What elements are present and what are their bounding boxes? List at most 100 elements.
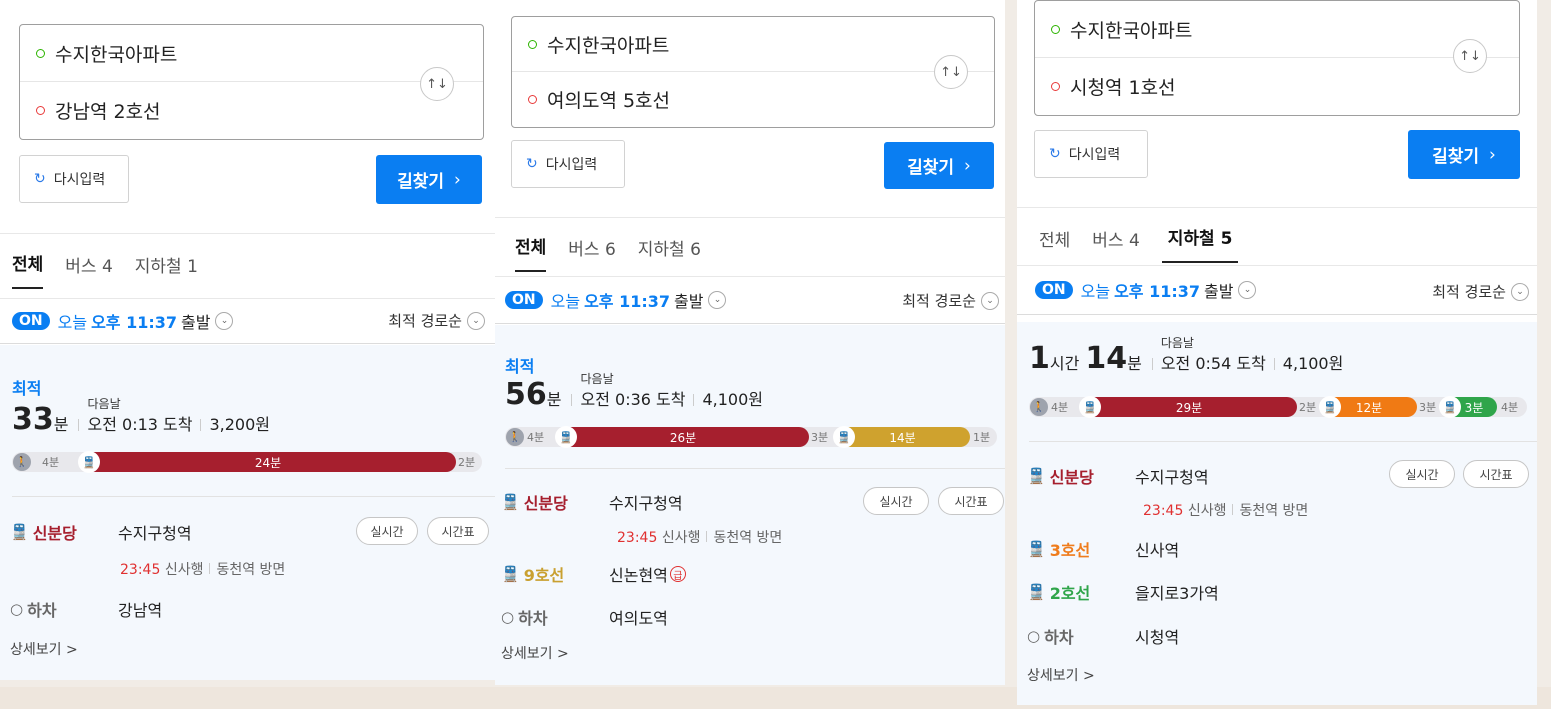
step-shinbundang: 🚆 신분당 수지구청역: [10, 520, 192, 544]
tab-subway[interactable]: 지하철 5: [1161, 224, 1239, 263]
find-route-button[interactable]: 길찾기 ›: [1408, 130, 1520, 179]
tab-all[interactable]: 전체: [12, 250, 44, 289]
origin-field[interactable]: 수지한국아파트: [1035, 1, 1519, 58]
route-result[interactable]: 최적 33 분 다음날 오전 0:13 도착 3,200원 🚶 4분 🚆 24분 2분…: [0, 345, 495, 680]
divider: [12, 496, 495, 497]
divider: [1029, 441, 1537, 442]
reset-label: 다시입력: [1068, 147, 1121, 163]
next-day-label: 다음날: [87, 397, 121, 411]
best-label: 최적: [505, 357, 535, 376]
departure-time[interactable]: 오후 11:37: [91, 309, 177, 333]
tab-all[interactable]: 전체: [515, 233, 547, 272]
train-icon: 🚆: [78, 451, 100, 473]
reset-button[interactable]: ↻ 다시입력: [511, 140, 625, 188]
chevron-down-icon[interactable]: ⌄: [215, 312, 234, 330]
route-time-bar: 🚶 4분 🚆 24분 2분: [12, 451, 482, 473]
timetable-button[interactable]: 시간표: [938, 487, 1004, 515]
separator: [1232, 504, 1234, 515]
route-result[interactable]: 1 시간 14 분 다음날 오전 0:54 도착 4,100원 🚶 4분 🚆 29분 2…: [1017, 322, 1537, 705]
origin-field[interactable]: 수지한국아파트: [512, 17, 994, 72]
sort-dropdown[interactable]: 최적 경로순 ⌄: [902, 290, 999, 311]
line2-segment: 🚆 3분: [1439, 396, 1497, 418]
step-line3: 🚆 3호선 신사역: [1027, 537, 1179, 561]
duration-minutes: 14: [1085, 341, 1128, 376]
duration-unit: 분: [1127, 354, 1142, 373]
duration-hours: 1: [1029, 341, 1050, 376]
shinbundang-segment: 🚆 29분: [1079, 396, 1297, 418]
segment-label: 14분: [889, 430, 916, 445]
transfer-walk-label: 3분: [1419, 401, 1437, 414]
search-box[interactable]: 수지한국아파트 여의도역 5호선 ↑↓: [511, 16, 995, 128]
route-result[interactable]: 최적 56 분 다음날 오전 0:36 도착 4,100원 🚶 4분 🚆 26분 3분…: [495, 325, 1005, 685]
shinbundang-segment: 🚆 24분: [78, 451, 456, 473]
arrival-time: 오전 0:36 도착: [580, 390, 686, 409]
walk-end-label: 1분: [973, 431, 991, 444]
on-badge[interactable]: ON: [1035, 281, 1073, 299]
find-route-button[interactable]: 길찾기 ›: [376, 155, 482, 204]
circle-icon: ○: [10, 600, 24, 618]
step-line9: 🚆 9호선 신논현역 급: [501, 562, 686, 586]
refresh-icon: ↻: [526, 156, 538, 172]
arrival-time: 오전 0:54 도착: [1160, 354, 1266, 373]
destination-field[interactable]: 시청역 1호선: [1035, 58, 1519, 115]
next-day-label: 다음날: [580, 372, 614, 386]
departure-info: 23:45 신사행 동천역 방면: [1143, 500, 1308, 520]
detail-link[interactable]: 상세보기 >: [10, 639, 78, 659]
tab-subway[interactable]: 지하철 1: [135, 252, 198, 289]
departure-suffix: 출발: [674, 292, 704, 311]
origin-text: 수지한국아파트: [547, 34, 670, 57]
walk-end-label: 2분: [458, 456, 476, 469]
line-name: 🚆 신분당: [501, 493, 568, 513]
search-box[interactable]: 수지한국아파트 시청역 1호선 ↑↓: [1034, 0, 1520, 116]
station-name: 수지구청역: [1135, 468, 1209, 487]
realtime-button[interactable]: 실시간: [863, 487, 929, 515]
line9-segment: 🚆 14분: [833, 426, 970, 448]
timetable-button[interactable]: 시간표: [427, 517, 489, 545]
tab-subway[interactable]: 지하철 6: [638, 235, 701, 272]
sort-dropdown[interactable]: 최적 경로순 ⌄: [1432, 281, 1529, 302]
line3-segment: 🚆 12분: [1319, 396, 1417, 418]
swap-icon[interactable]: ↑↓: [420, 67, 454, 101]
destination-field[interactable]: 강남역 2호선: [20, 82, 483, 139]
route-panel-3: 수지한국아파트 시청역 1호선 ↑↓ ↻ 다시입력 길찾기 › 전체 버스 4 지하…: [1017, 0, 1537, 705]
segment-label: 24분: [254, 455, 282, 470]
swap-icon[interactable]: ↑↓: [1453, 39, 1487, 73]
detail-link[interactable]: 상세보기 >: [1027, 665, 1095, 685]
departure-info: 23:45 신사행 동천역 방면: [617, 527, 782, 547]
today-text: 오늘: [550, 292, 581, 311]
line-name: ○ 하차: [501, 608, 548, 628]
destination-field[interactable]: 여의도역 5호선: [512, 72, 994, 127]
sort-dropdown[interactable]: 최적 경로순 ⌄: [388, 310, 485, 331]
tab-bus[interactable]: 버스 4: [1092, 226, 1140, 263]
tab-all[interactable]: 전체: [1039, 226, 1070, 263]
destination-dot-icon: [1051, 82, 1060, 91]
tab-bus[interactable]: 버스 4: [65, 252, 113, 289]
on-badge[interactable]: ON: [12, 312, 50, 330]
origin-field[interactable]: 수지한국아파트: [20, 25, 483, 82]
departure-time[interactable]: 오후 11:37: [584, 288, 670, 312]
departure-info: 23:45 신사행 동천역 방면: [120, 559, 285, 579]
timetable-button[interactable]: 시간표: [1463, 460, 1529, 488]
reset-button[interactable]: ↻ 다시입력: [19, 155, 129, 203]
walk-icon: 🚶: [13, 453, 31, 471]
chevron-down-icon[interactable]: ⌄: [1238, 281, 1257, 299]
route-summary: 1 시간 14 분 다음날 오전 0:54 도착 4,100원: [1029, 336, 1344, 376]
chevron-down-icon[interactable]: ⌄: [708, 291, 727, 309]
express-icon: 급: [669, 566, 686, 582]
train-icon: 🚆: [1027, 467, 1046, 485]
reset-button[interactable]: ↻ 다시입력: [1034, 130, 1148, 178]
tab-bus[interactable]: 버스 6: [568, 235, 616, 272]
duration-minutes: 56: [505, 377, 547, 412]
realtime-button[interactable]: 실시간: [1389, 460, 1455, 488]
walk-start-label: 4분: [42, 456, 60, 469]
find-label: 길찾기: [907, 158, 955, 178]
realtime-button[interactable]: 실시간: [356, 517, 418, 545]
line-name: 🚆 9호선: [501, 565, 565, 585]
departure-time[interactable]: 오후 11:37: [1114, 278, 1200, 302]
search-box[interactable]: 수지한국아파트 강남역 2호선 ↑↓: [19, 24, 484, 140]
swap-icon[interactable]: ↑↓: [934, 55, 968, 89]
find-route-button[interactable]: 길찾기 ›: [884, 142, 994, 189]
fare: 4,100원: [1282, 354, 1344, 373]
on-badge[interactable]: ON: [505, 291, 543, 309]
detail-link[interactable]: 상세보기 >: [501, 643, 569, 663]
